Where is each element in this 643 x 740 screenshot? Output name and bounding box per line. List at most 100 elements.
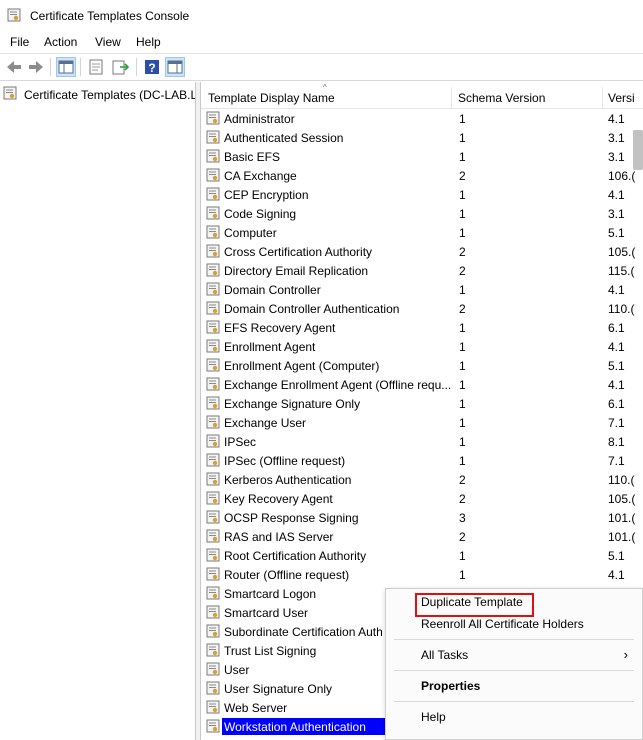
cell-template-name: Directory Email Replication: [224, 264, 369, 278]
cell-schema-version: 1: [459, 340, 466, 354]
cell-template-name: Enrollment Agent: [224, 340, 316, 354]
certificate-template-icon: [206, 681, 221, 699]
menu-separator: [394, 639, 634, 640]
cell-template-name: Key Recovery Agent: [224, 492, 333, 506]
menu-separator: [394, 670, 634, 671]
column-divider[interactable]: [451, 87, 452, 109]
cell-schema-version: 2: [459, 302, 466, 316]
certificate-template-icon: [206, 434, 221, 452]
table-row[interactable]: Exchange User 1 7.1: [204, 413, 643, 432]
table-row[interactable]: Administrator 1 4.1: [204, 109, 643, 128]
certificate-template-icon: [206, 567, 221, 585]
cell-template-name: CA Exchange: [224, 169, 297, 183]
table-row[interactable]: Directory Email Replication 2 115.(: [204, 261, 643, 280]
table-row[interactable]: Cross Certification Authority 2 105.(: [204, 242, 643, 261]
cell-version: 105.(: [608, 492, 636, 506]
certificate-template-icon: [206, 225, 221, 243]
menu-action[interactable]: Action: [44, 35, 77, 49]
table-row[interactable]: Code Signing 1 3.1: [204, 204, 643, 223]
svg-text:?: ?: [148, 61, 155, 75]
menu-item-label: Help: [421, 710, 446, 724]
column-header-template-display-name[interactable]: Template Display Name: [208, 85, 448, 109]
certificate-template-icon: [206, 529, 221, 547]
table-row[interactable]: IPSec (Offline request) 1 7.1: [204, 451, 643, 470]
certificate-template-icon: [206, 263, 221, 281]
toolbar: ?: [0, 54, 643, 81]
menu-item-duplicate-template[interactable]: Duplicate Template: [386, 591, 642, 617]
cell-version: 5.1: [608, 549, 625, 563]
menu-item-all-tasks[interactable]: All Tasks ›: [386, 644, 642, 666]
table-row[interactable]: RAS and IAS Server 2 101.(: [204, 527, 643, 546]
help-icon[interactable]: ?: [142, 57, 162, 77]
export-list-icon[interactable]: [110, 57, 130, 77]
certificate-template-icon: [206, 719, 221, 737]
cell-template-name: Enrollment Agent (Computer): [224, 359, 380, 373]
certificate-template-icon: [206, 244, 221, 262]
table-row[interactable]: Domain Controller 1 4.1: [204, 280, 643, 299]
cell-schema-version: 1: [459, 207, 466, 221]
cell-schema-version: 1: [459, 416, 466, 430]
certificate-template-icon: [206, 700, 221, 718]
cell-schema-version: 2: [459, 264, 466, 278]
menu-item-reenroll[interactable]: Reenroll All Certificate Holders: [386, 613, 642, 635]
cell-version: 5.1: [608, 226, 625, 240]
cell-schema-version: 3: [459, 511, 466, 525]
certificate-template-icon: [206, 111, 221, 129]
certificate-template-icon: [206, 377, 221, 395]
table-row[interactable]: Kerberos Authentication 2 110.(: [204, 470, 643, 489]
cell-version: 101.(: [608, 530, 636, 544]
table-row[interactable]: Key Recovery Agent 2 105.(: [204, 489, 643, 508]
table-row[interactable]: OCSP Response Signing 3 101.(: [204, 508, 643, 527]
table-row[interactable]: EFS Recovery Agent 1 6.1: [204, 318, 643, 337]
cell-version: 4.1: [608, 188, 625, 202]
tree-item-certificate-templates[interactable]: Certificate Templates (DC-LAB.L: [3, 85, 195, 105]
table-row[interactable]: Domain Controller Authentication 2 110.(: [204, 299, 643, 318]
table-row[interactable]: Exchange Enrollment Agent (Offline requ.…: [204, 375, 643, 394]
menu-file[interactable]: File: [10, 35, 29, 49]
vertical-scrollbar-thumb[interactable]: [633, 130, 643, 170]
show-hide-tree-icon[interactable]: [56, 57, 76, 77]
certificate-template-icon: [206, 510, 221, 528]
certificate-template-icon: [206, 130, 221, 148]
column-header-version[interactable]: Versi: [608, 85, 643, 109]
table-row[interactable]: CEP Encryption 1 4.1: [204, 185, 643, 204]
window-title: Certificate Templates Console: [30, 9, 190, 23]
cell-template-name: Router (Offline request): [224, 568, 350, 582]
table-row[interactable]: Exchange Signature Only 1 6.1: [204, 394, 643, 413]
menu-item-help[interactable]: Help: [386, 706, 642, 728]
table-row[interactable]: Root Certification Authority 1 5.1: [204, 546, 643, 565]
show-action-pane-icon[interactable]: [165, 57, 185, 77]
cell-schema-version: 1: [459, 321, 466, 335]
table-row[interactable]: Enrollment Agent (Computer) 1 5.1: [204, 356, 643, 375]
forward-arrow-icon[interactable]: [26, 57, 46, 77]
menu-item-properties[interactable]: Properties: [386, 675, 642, 697]
back-arrow-icon[interactable]: [4, 57, 24, 77]
menu-help[interactable]: Help: [136, 35, 161, 49]
title-bar: Certificate Templates Console: [0, 0, 643, 32]
certificate-template-icon: [206, 206, 221, 224]
table-row[interactable]: Computer 1 5.1: [204, 223, 643, 242]
table-row[interactable]: CA Exchange 2 106.(: [204, 166, 643, 185]
column-divider[interactable]: [602, 87, 603, 109]
certificate-template-icon: [206, 320, 221, 338]
properties-icon[interactable]: [86, 57, 106, 77]
certificate-template-icon: [206, 453, 221, 471]
cell-version: 4.1: [608, 283, 625, 297]
toolbar-separator: [50, 58, 51, 76]
table-row[interactable]: IPSec 1 8.1: [204, 432, 643, 451]
cell-schema-version: 1: [459, 549, 466, 563]
table-row[interactable]: Basic EFS 1 3.1: [204, 147, 643, 166]
table-row[interactable]: Authenticated Session 1 3.1: [204, 128, 643, 147]
cell-template-name: EFS Recovery Agent: [224, 321, 336, 335]
menu-view[interactable]: View: [95, 35, 121, 49]
table-row[interactable]: Router (Offline request) 1 4.1: [204, 565, 643, 584]
cell-version: 110.(: [608, 473, 635, 487]
column-header-schema-version[interactable]: Schema Version: [458, 85, 598, 109]
menu-separator: [394, 701, 634, 702]
cell-version: 115.(: [608, 264, 635, 278]
cell-template-name: Exchange Signature Only: [224, 397, 361, 411]
table-row[interactable]: Enrollment Agent 1 4.1: [204, 337, 643, 356]
certificate-template-icon: [206, 415, 221, 433]
cell-schema-version: 2: [459, 492, 466, 506]
cell-template-name: Code Signing: [224, 207, 297, 221]
